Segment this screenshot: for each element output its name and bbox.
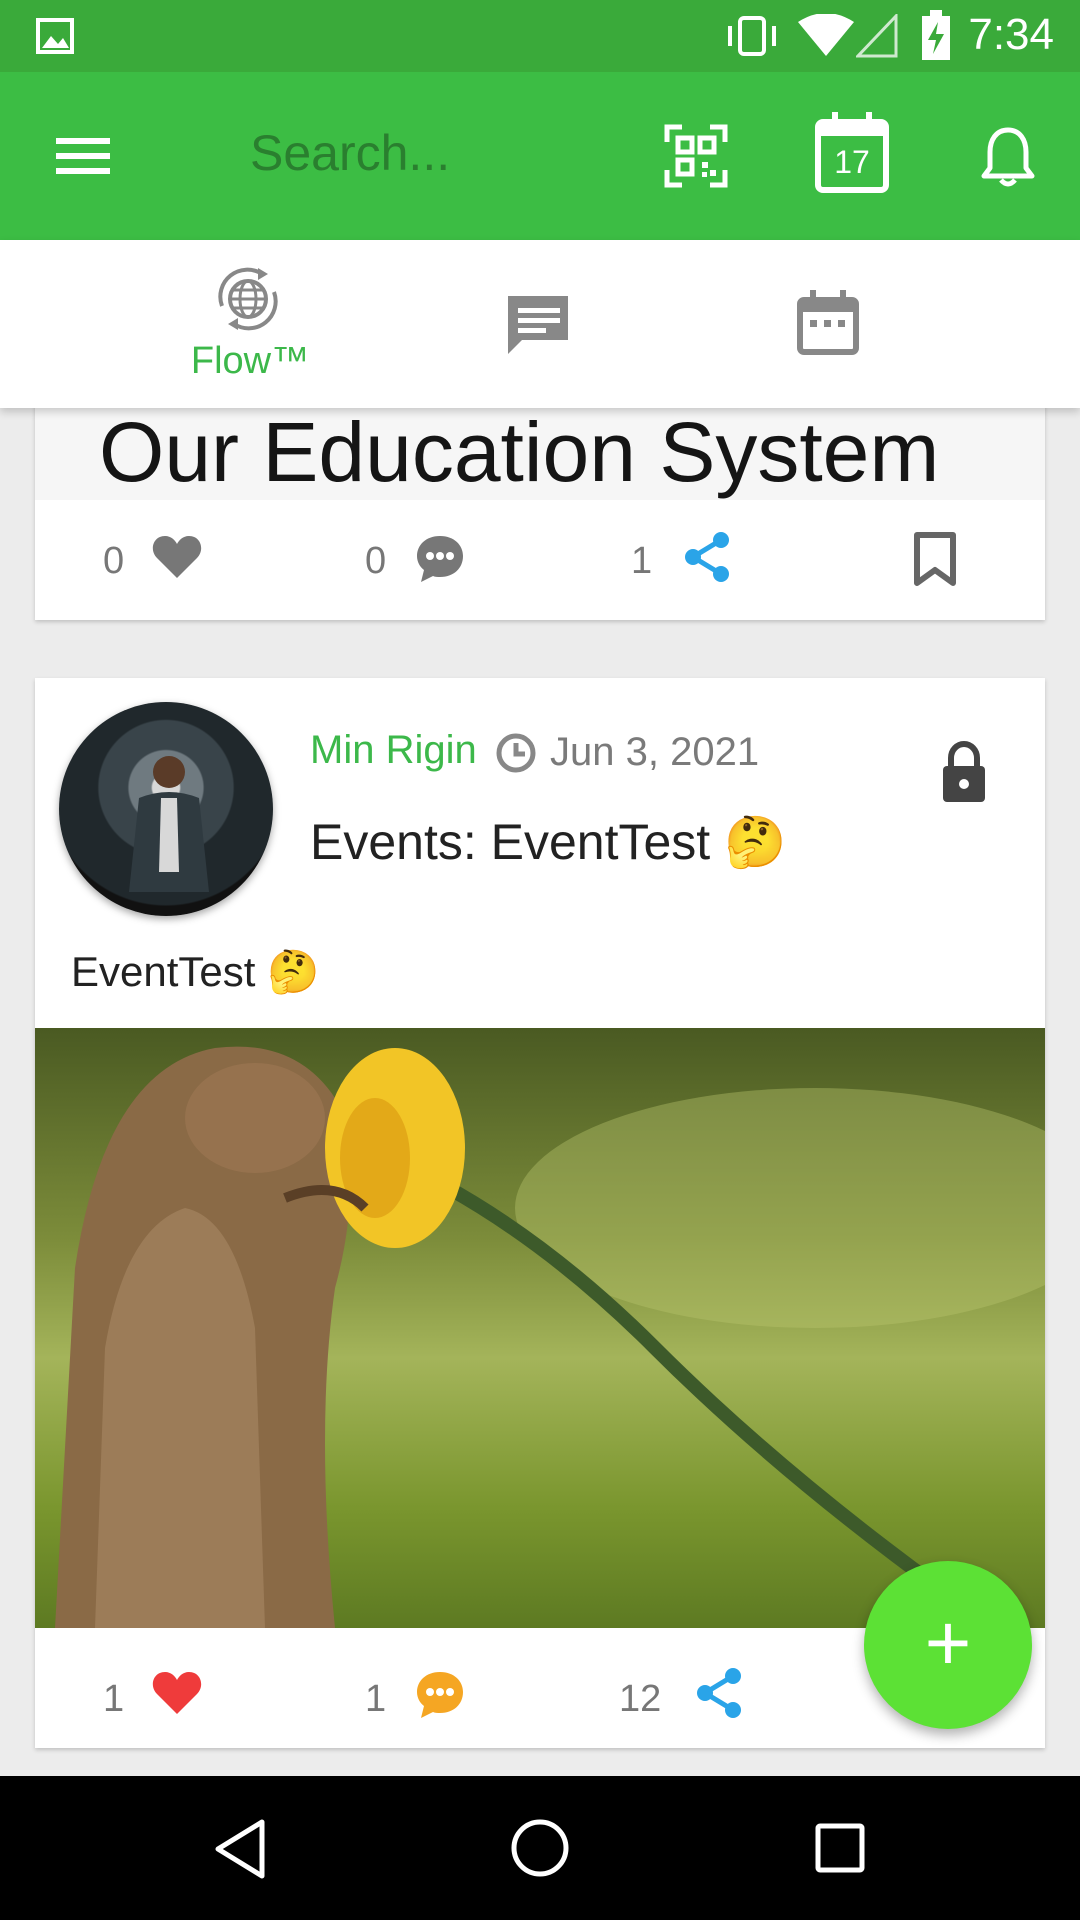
tab-flow-label: Flow™ bbox=[190, 340, 310, 382]
globe-sync-icon bbox=[218, 267, 278, 331]
post-image[interactable] bbox=[35, 1028, 1045, 1628]
bookmark-icon[interactable] bbox=[913, 532, 957, 586]
back-icon[interactable] bbox=[212, 1818, 268, 1880]
share-icon[interactable] bbox=[693, 1666, 745, 1720]
like-count: 1 bbox=[103, 1678, 125, 1720]
share-count: 12 bbox=[619, 1678, 662, 1720]
post-banner-text: Our Education System bbox=[99, 405, 940, 499]
heart-icon[interactable] bbox=[151, 532, 203, 580]
avatar-person-figure bbox=[129, 756, 209, 892]
system-navigation-bar bbox=[0, 1776, 1080, 1920]
notifications-bell-icon[interactable] bbox=[980, 124, 1036, 188]
like-count: 0 bbox=[103, 540, 125, 582]
lock-icon bbox=[943, 740, 985, 802]
tab-flow[interactable]: Flow™ bbox=[160, 240, 340, 408]
qr-code-icon[interactable] bbox=[664, 124, 728, 188]
post-date: Jun 3, 2021 bbox=[550, 730, 760, 774]
share-count: 1 bbox=[631, 540, 653, 582]
post-card: Our Education System 0 0 1 bbox=[35, 380, 1045, 620]
recents-icon[interactable] bbox=[814, 1822, 866, 1874]
signal-icon bbox=[856, 14, 898, 58]
comment-icon[interactable] bbox=[413, 532, 467, 584]
comment-count: 1 bbox=[365, 1678, 387, 1720]
avatar[interactable] bbox=[59, 702, 273, 916]
menu-icon[interactable] bbox=[54, 132, 114, 180]
create-post-fab[interactable]: + bbox=[864, 1561, 1032, 1729]
clock: 7:34 bbox=[968, 10, 1054, 59]
clock-icon bbox=[496, 733, 536, 773]
post-title[interactable]: Events: EventTest 🤔 bbox=[310, 813, 786, 872]
share-icon[interactable] bbox=[681, 530, 733, 584]
calendar-today-button[interactable]: 17 bbox=[814, 112, 890, 194]
app-bar: 17 bbox=[0, 72, 1080, 240]
gallery-notification-icon bbox=[36, 18, 74, 54]
heart-filled-icon[interactable] bbox=[151, 1668, 203, 1716]
tab-chat-icon[interactable] bbox=[504, 292, 574, 358]
squirrel-flower-illustration bbox=[55, 1046, 1045, 1628]
post-body: EventTest 🤔 bbox=[71, 948, 320, 995]
wifi-icon bbox=[798, 14, 854, 56]
calendar-day-number: 17 bbox=[834, 144, 870, 180]
tab-bar: Flow™ bbox=[0, 240, 1080, 408]
comment-active-icon[interactable] bbox=[413, 1668, 467, 1720]
post-author[interactable]: Min Rigin bbox=[310, 728, 477, 773]
tab-calendar-icon[interactable] bbox=[796, 288, 860, 356]
vibrate-icon bbox=[728, 16, 776, 56]
status-bar: 7:34 bbox=[0, 0, 1080, 72]
comment-count: 0 bbox=[365, 540, 387, 582]
search-input[interactable] bbox=[248, 112, 612, 194]
battery-charging-icon bbox=[922, 10, 950, 60]
home-icon[interactable] bbox=[510, 1818, 570, 1878]
